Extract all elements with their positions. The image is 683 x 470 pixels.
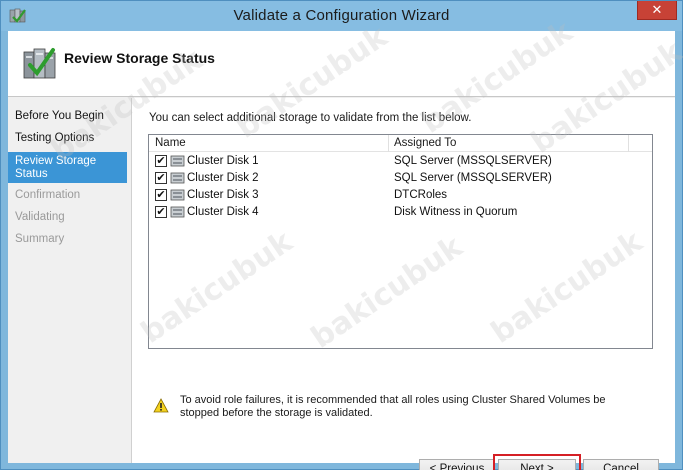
disk-name: Cluster Disk 1: [187, 155, 259, 167]
assigned-to: SQL Server (MSSQLSERVER): [394, 155, 552, 167]
nav-step-before-you-begin[interactable]: Before You Begin: [8, 110, 128, 124]
assigned-to: SQL Server (MSSQLSERVER): [394, 172, 552, 184]
wizard-window: Validate a Configuration Wizard ✕ Review…: [0, 0, 683, 470]
column-header-name[interactable]: Name: [155, 137, 186, 149]
checkbox[interactable]: ✔: [155, 189, 167, 201]
close-button[interactable]: ✕: [637, 1, 677, 20]
cluster-disk-icon: [170, 172, 185, 184]
wizard-steps-nav: Before You Begin Testing Options Review …: [8, 98, 130, 463]
cluster-disk-icon: [170, 206, 185, 218]
nav-step-review-storage-status[interactable]: Review Storage Status: [8, 152, 127, 183]
cluster-validate-icon: [23, 48, 56, 79]
assigned-to: Disk Witness in Quorum: [394, 206, 518, 218]
column-header-assigned-to[interactable]: Assigned To: [394, 137, 456, 149]
intro-text: You can select additional storage to val…: [149, 112, 472, 124]
checkbox[interactable]: ✔: [155, 172, 167, 184]
wizard-client-area: Review Storage Status Before You Begin T…: [8, 31, 675, 470]
title-bar[interactable]: Validate a Configuration Wizard ✕: [1, 1, 682, 31]
cluster-disk-icon: [170, 155, 185, 167]
list-header: Name Assigned To: [149, 135, 652, 152]
nav-step-confirmation: Confirmation: [15, 189, 81, 201]
nav-step-testing-options[interactable]: Testing Options: [8, 132, 128, 146]
warning-message: To avoid role failures, it is recommende…: [180, 394, 606, 419]
storage-list[interactable]: Name Assigned To ✔ Cluster Disk 1 SQL Se…: [148, 134, 653, 349]
disk-name: Cluster Disk 2: [187, 172, 259, 184]
checkbox[interactable]: ✔: [155, 155, 167, 167]
previous-button[interactable]: < Previous: [419, 459, 495, 470]
wizard-header: Review Storage Status: [8, 31, 675, 97]
window-title: Validate a Configuration Wizard: [233, 7, 450, 24]
table-row[interactable]: ✔ Cluster Disk 3 DTCRoles: [149, 187, 652, 204]
column-divider[interactable]: [388, 135, 389, 152]
next-button[interactable]: Next >: [498, 459, 576, 470]
cluster-disk-icon: [170, 189, 185, 201]
table-row[interactable]: ✔ Cluster Disk 2 SQL Server (MSSQLSERVER…: [149, 170, 652, 187]
disk-name: Cluster Disk 4: [187, 206, 259, 218]
assigned-to: DTCRoles: [394, 189, 448, 201]
checkbox[interactable]: ✔: [155, 206, 167, 218]
disk-name: Cluster Disk 3: [187, 189, 259, 201]
column-divider[interactable]: [628, 135, 629, 152]
nav-step-validating: Validating: [15, 211, 65, 223]
cancel-button[interactable]: Cancel: [583, 459, 659, 470]
nav-step-summary: Summary: [15, 233, 65, 245]
page-title: Review Storage Status: [64, 50, 215, 66]
wizard-main-panel: You can select additional storage to val…: [131, 98, 675, 470]
table-row[interactable]: ✔ Cluster Disk 1 SQL Server (MSSQLSERVER…: [149, 153, 652, 170]
table-row[interactable]: ✔ Cluster Disk 4 Disk Witness in Quorum: [149, 204, 652, 221]
warning-icon: [153, 398, 169, 413]
